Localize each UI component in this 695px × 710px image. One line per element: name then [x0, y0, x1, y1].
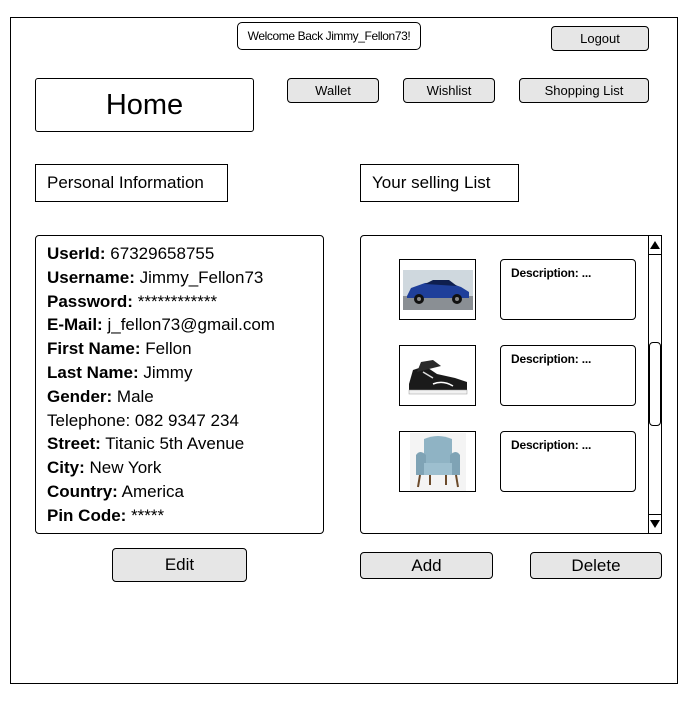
car-image [402, 269, 473, 310]
pin-code-label: Pin Code: [47, 505, 127, 525]
country-value: America [117, 481, 184, 501]
delete-button[interactable]: Delete [530, 552, 662, 579]
info-row-telephone: Telephone: 082 9347 234 [47, 409, 323, 433]
first-name-label: First Name: [47, 339, 141, 359]
info-row-pin-code: Pin Code: ***** [47, 504, 323, 528]
personal-information-heading: Personal Information [35, 164, 228, 202]
city-value: New York [84, 458, 162, 478]
sneaker-image [408, 359, 467, 394]
selling-item-description: Description: ... [500, 345, 636, 406]
selling-item-description: Description: ... [500, 431, 636, 492]
password-value: ************ [132, 291, 218, 311]
welcome-message: Welcome Back Jimmy_Fellon73! [237, 22, 421, 50]
edit-button[interactable]: Edit [112, 548, 247, 582]
add-button[interactable]: Add [360, 552, 493, 579]
info-row-first-name: First Name: Fellon [47, 337, 323, 361]
first-name-value: Fellon [140, 339, 192, 359]
logout-button[interactable]: Logout [551, 26, 649, 51]
selling-item-description: Description: ... [500, 259, 636, 320]
personal-info-panel: UserId: 67329658755 Username: Jimmy_Fell… [35, 235, 324, 534]
info-row-gender: Gender: Male [47, 385, 323, 409]
info-row-password: Password: ************ [47, 290, 323, 314]
pin-code-value: ***** [126, 505, 165, 525]
info-row-userid: UserId: 67329658755 [47, 242, 323, 266]
selling-list-scrollbar[interactable] [648, 235, 662, 534]
street-value: Titanic 5th Avenue [100, 434, 245, 454]
gender-label: Gender: [47, 386, 113, 406]
scroll-thumb[interactable] [649, 342, 661, 426]
country-label: Country: [47, 481, 118, 501]
armchair-image [409, 432, 466, 491]
selling-item-thumbnail[interactable] [399, 431, 476, 492]
username-label: Username: [47, 267, 135, 287]
info-row-city: City: New York [47, 456, 323, 480]
selling-item-thumbnail[interactable] [399, 345, 476, 406]
username-value: Jimmy_Fellon73 [134, 267, 264, 287]
info-row-street: Street: Titanic 5th Avenue [47, 432, 323, 456]
scroll-up-arrow-icon[interactable] [649, 236, 661, 255]
street-label: Street: [47, 434, 101, 454]
gender-value: Male [112, 386, 154, 406]
userid-label: UserId: [47, 244, 106, 263]
userid-value: 67329658755 [105, 244, 215, 263]
info-row-email: E-Mail: j_fellon73@gmail.com [47, 313, 323, 337]
selling-item-thumbnail[interactable] [399, 259, 476, 320]
page-title: Home [35, 78, 254, 132]
email-value: j_fellon73@gmail.com [102, 315, 275, 335]
selling-list-heading: Your selling List [360, 164, 519, 202]
telephone-label: Telephone: [47, 410, 131, 430]
last-name-label: Last Name: [47, 362, 139, 382]
scroll-down-arrow-icon[interactable] [649, 514, 661, 533]
password-label: Password: [47, 291, 133, 311]
city-label: City: [47, 458, 85, 478]
info-row-username: Username: Jimmy_Fellon73 [47, 266, 323, 290]
shopping-list-button[interactable]: Shopping List [519, 78, 649, 103]
last-name-value: Jimmy [138, 362, 193, 382]
info-row-last-name: Last Name: Jimmy [47, 361, 323, 385]
email-label: E-Mail: [47, 315, 103, 335]
wallet-button[interactable]: Wallet [287, 78, 379, 103]
info-row-country: Country: America [47, 480, 323, 504]
wishlist-button[interactable]: Wishlist [403, 78, 495, 103]
telephone-value: 082 9347 234 [130, 410, 239, 430]
